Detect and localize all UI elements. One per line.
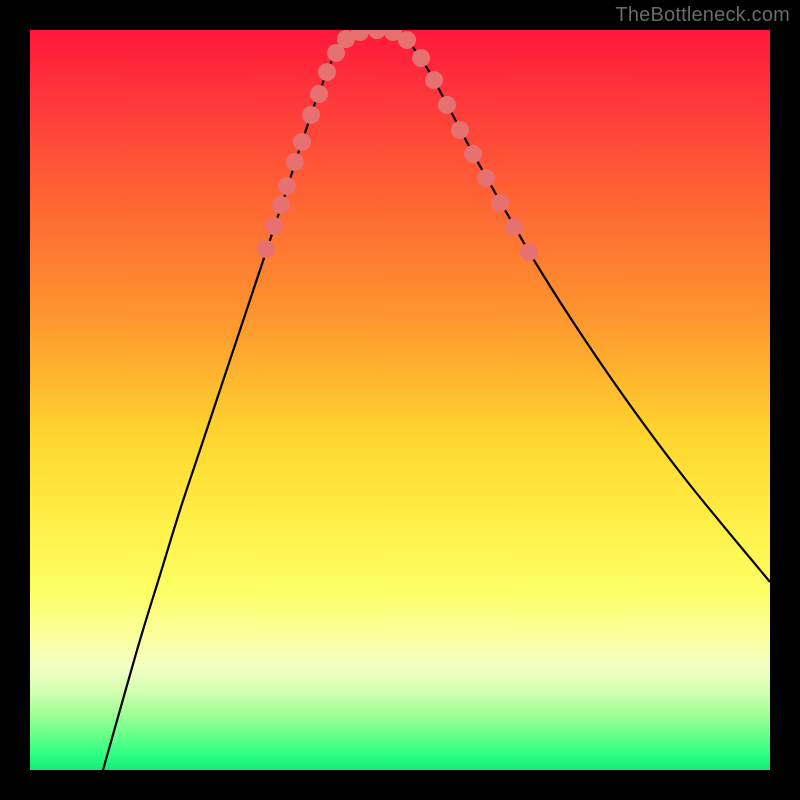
data-dot — [318, 63, 336, 81]
plot-area — [30, 30, 770, 770]
data-dot — [520, 243, 538, 261]
data-dot — [451, 121, 469, 139]
data-dot — [265, 217, 283, 235]
bottleneck-curve — [103, 30, 770, 770]
data-dot — [438, 96, 456, 114]
data-dot — [425, 71, 443, 89]
curve-layer — [30, 30, 770, 770]
data-dot — [491, 194, 509, 212]
data-dot — [278, 177, 296, 195]
data-dot — [286, 153, 304, 171]
data-dot — [477, 169, 495, 187]
data-dot — [272, 196, 290, 214]
data-dot — [398, 31, 416, 49]
data-dot — [368, 30, 386, 39]
watermark-text: TheBottleneck.com — [615, 4, 790, 27]
data-dot — [464, 145, 482, 163]
data-dot — [302, 106, 320, 124]
data-dot — [257, 240, 275, 258]
data-dot — [310, 85, 328, 103]
chart-frame: TheBottleneck.com — [0, 0, 800, 800]
data-dots — [257, 30, 538, 261]
data-dot — [412, 49, 430, 67]
data-dot — [505, 218, 523, 236]
data-dot — [293, 133, 311, 151]
